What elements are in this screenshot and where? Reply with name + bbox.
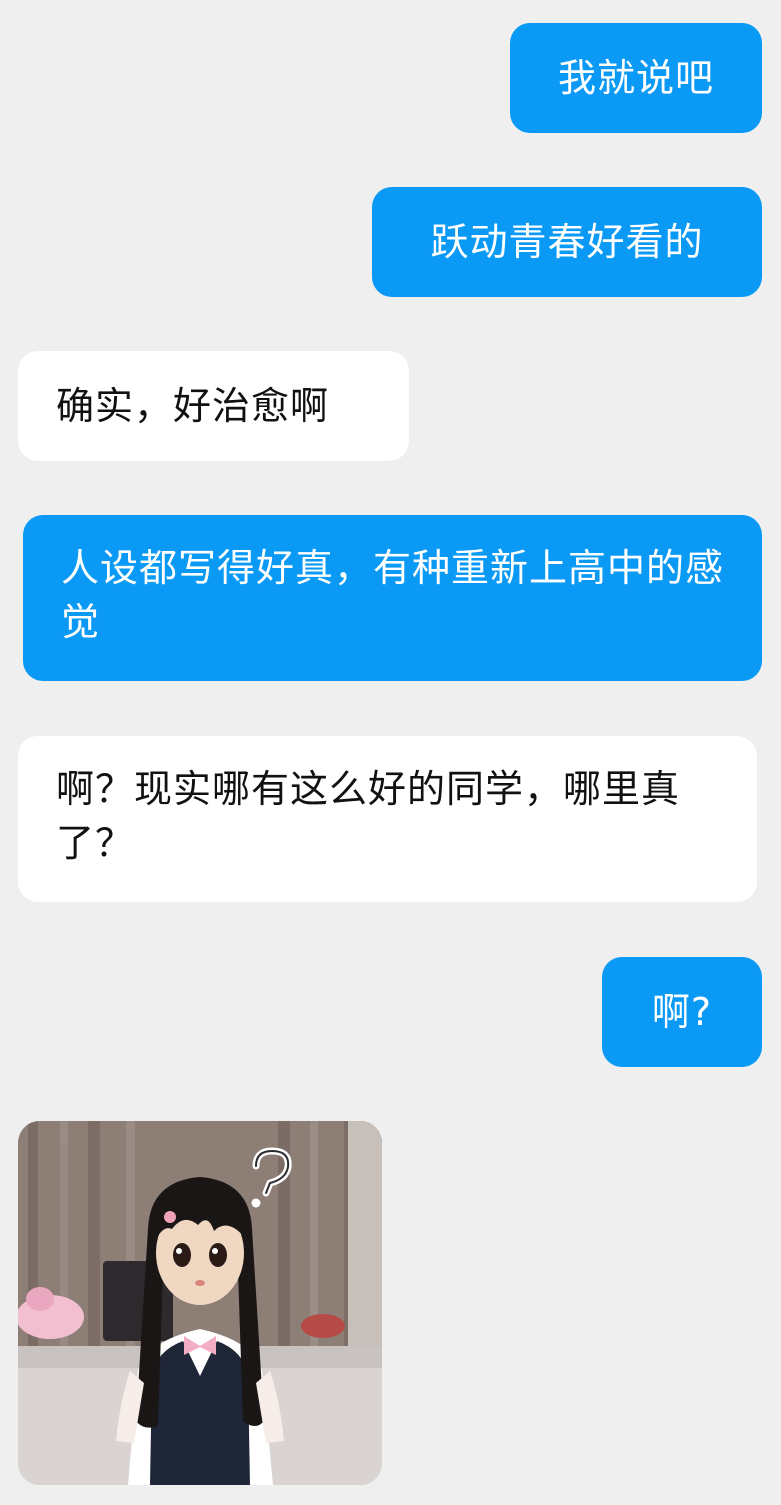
sticker-image (18, 1121, 382, 1485)
received-message-bubble[interactable]: 啊？现实哪有这么好的同学，哪里真了？ (18, 736, 757, 902)
sticker-image-message[interactable] (18, 1121, 382, 1485)
received-message-bubble[interactable]: 确实，好治愈啊 (18, 351, 409, 461)
sent-message-bubble[interactable]: 啊? (602, 957, 762, 1067)
sent-message-bubble[interactable]: 人设都写得好真，有种重新上高中的感觉 (23, 515, 762, 681)
sent-message-bubble[interactable]: 跃动青春好看的 (372, 187, 762, 297)
sent-message-bubble[interactable]: 我就说吧 (510, 23, 762, 133)
